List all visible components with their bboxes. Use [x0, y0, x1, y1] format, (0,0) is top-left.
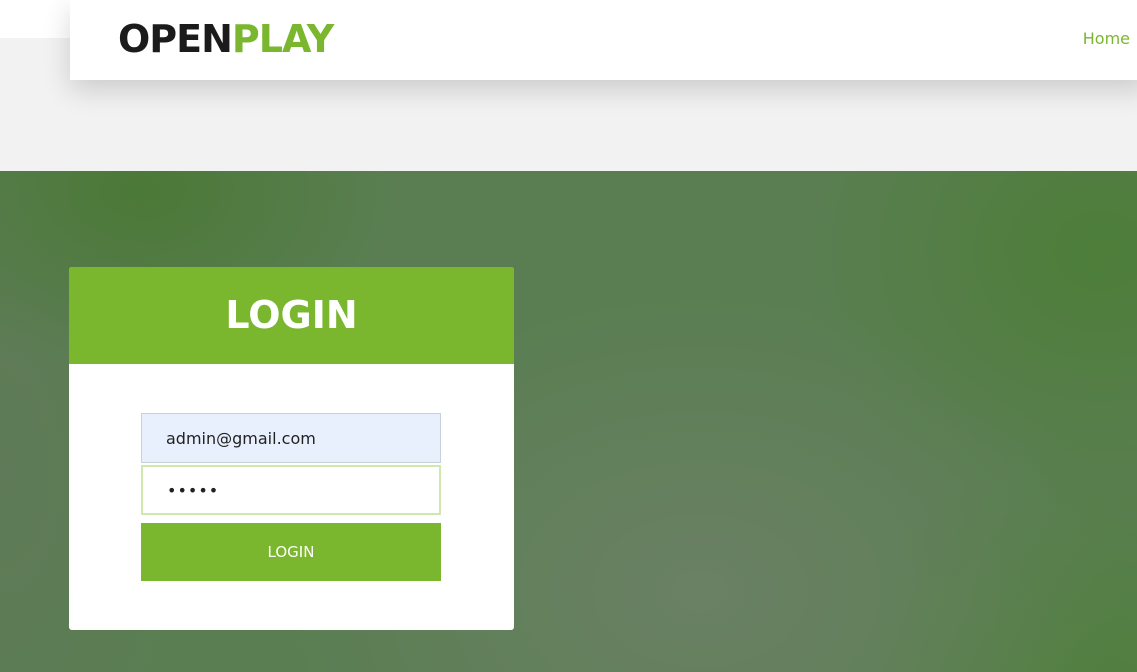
login-card-header: LOGIN: [69, 267, 514, 364]
login-button[interactable]: LOGIN: [141, 523, 441, 581]
nav-link-home[interactable]: Home: [1083, 28, 1130, 50]
email-field[interactable]: [141, 413, 441, 463]
password-field[interactable]: [141, 465, 441, 515]
top-strip: [0, 0, 70, 38]
site-header: OPENPLAY Home: [70, 0, 1137, 80]
logo-text-play: PLAY: [231, 17, 334, 61]
page: OPENPLAY Home LOGIN LOGIN: [0, 0, 1137, 672]
site-logo[interactable]: OPENPLAY: [118, 14, 334, 64]
login-title: LOGIN: [225, 293, 358, 337]
logo-text-open: OPEN: [118, 17, 233, 61]
login-card: LOGIN LOGIN: [69, 267, 514, 630]
